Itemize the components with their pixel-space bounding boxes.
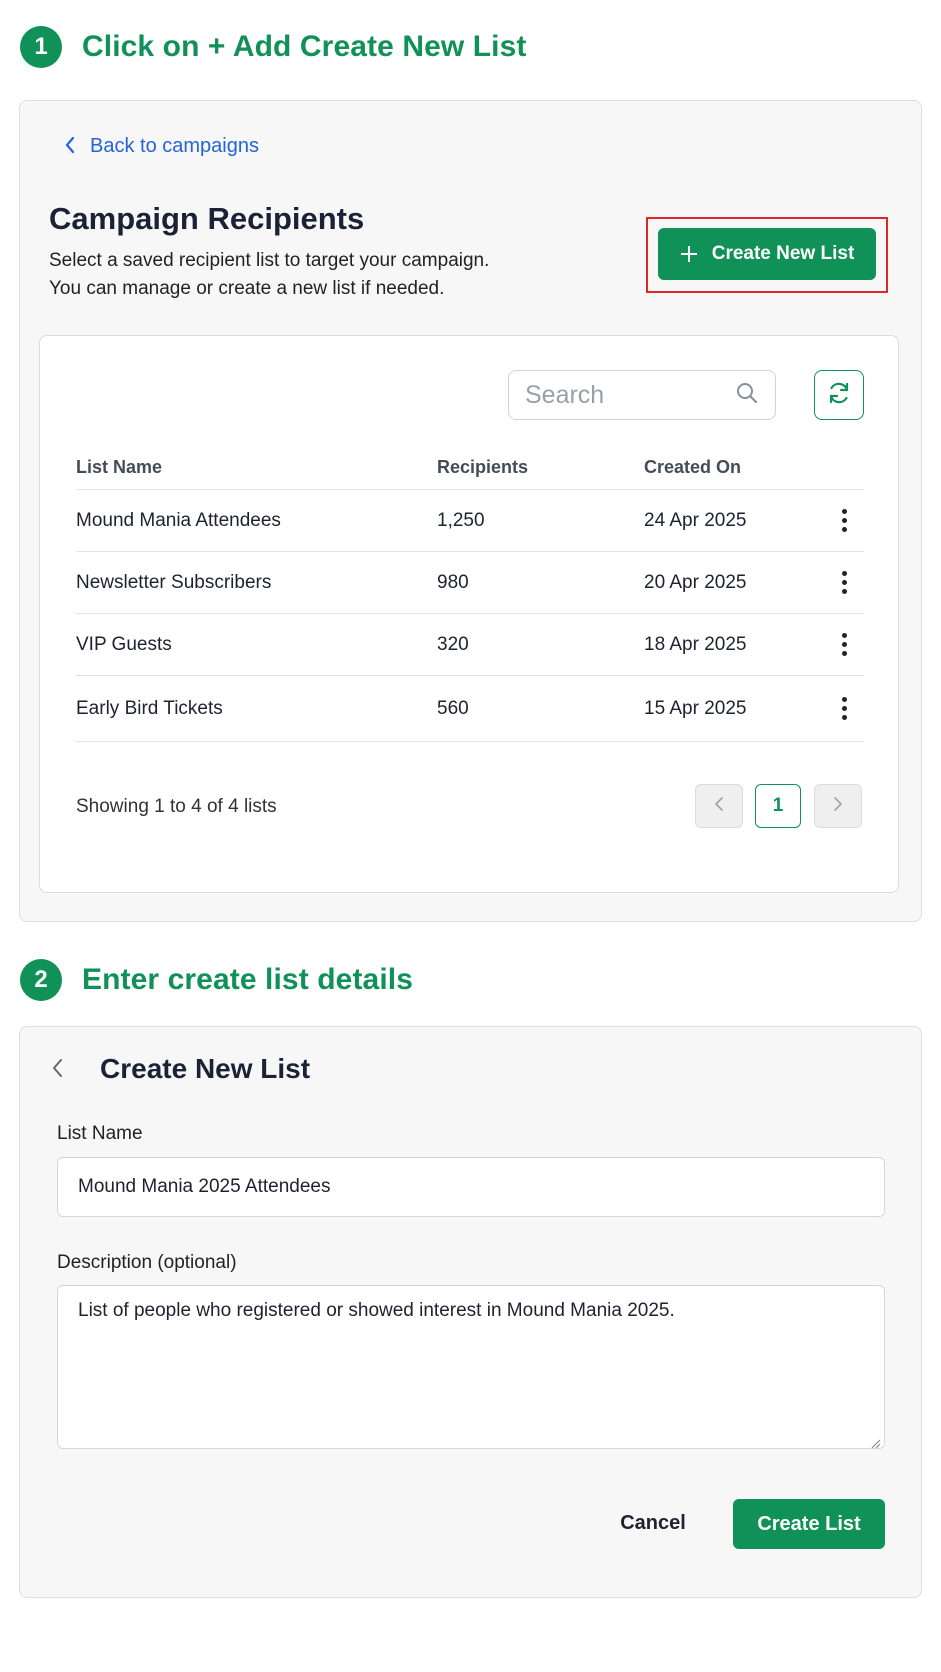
row-list-name: Mound Mania Attendees [76, 509, 281, 531]
step-2-badge: 2 [20, 959, 62, 1001]
kebab-menu-icon[interactable] [836, 631, 853, 658]
current-page-button[interactable]: 1 [755, 784, 801, 828]
subtitle-line-2: You can manage or create a new list if n… [49, 278, 445, 299]
row-list-name: Early Bird Tickets [76, 697, 223, 719]
row-recipients: 560 [437, 697, 469, 719]
column-header-list-name[interactable]: List Name [76, 457, 437, 478]
step-1-title: Click on + Add Create New List [82, 30, 527, 63]
page-title: Campaign Recipients [49, 201, 365, 236]
kebab-menu-icon[interactable] [836, 695, 853, 722]
back-link-label: Back to campaigns [90, 135, 259, 157]
subtitle-line-1: Select a saved recipient list to target … [49, 250, 490, 271]
resize-grip-icon[interactable] [869, 1433, 881, 1449]
table-header: List Name Recipients Created On [76, 446, 864, 490]
refresh-button[interactable] [814, 370, 864, 420]
step-1-badge: 1 [20, 26, 62, 68]
recipient-lists-table: List Name Recipients Created On Mound Ma… [76, 446, 864, 742]
cancel-button[interactable]: Cancel [608, 1499, 698, 1547]
plus-icon [680, 241, 698, 267]
row-created-on: 15 Apr 2025 [644, 697, 747, 719]
search-icon [735, 381, 759, 410]
row-recipients: 320 [437, 633, 469, 655]
chevron-left-icon [50, 1058, 64, 1085]
description-field[interactable]: List of people who registered or showed … [57, 1285, 885, 1449]
kebab-menu-icon[interactable] [836, 569, 853, 596]
table-row[interactable]: VIP Guests 320 18 Apr 2025 [76, 614, 864, 676]
description-text: List of people who registered or showed … [78, 1300, 675, 1321]
create-list-button[interactable]: Create List [733, 1499, 885, 1549]
column-header-created-on[interactable]: Created On [644, 457, 824, 478]
list-name-field[interactable]: Mound Mania 2025 Attendees [57, 1157, 885, 1217]
table-row[interactable]: Newsletter Subscribers 980 20 Apr 2025 [76, 552, 864, 614]
row-list-name: Newsletter Subscribers [76, 571, 272, 593]
search-placeholder: Search [525, 380, 605, 409]
step-1-header: 1 Click on + Add Create New List [20, 26, 527, 68]
recipient-lists-card: Search List Name Recipients Created On M… [39, 335, 899, 893]
search-input[interactable]: Search [508, 370, 776, 420]
row-created-on: 18 Apr 2025 [644, 633, 747, 655]
campaign-recipients-panel: Back to campaigns Campaign Recipients Se… [19, 100, 922, 922]
form-back-button[interactable] [50, 1057, 64, 1086]
back-to-campaigns-link[interactable]: Back to campaigns [64, 135, 259, 158]
page-subtitle: Select a saved recipient list to target … [49, 247, 569, 303]
create-new-list-button[interactable]: Create New List [658, 228, 876, 280]
kebab-menu-icon[interactable] [836, 507, 853, 534]
step-2-header: 2 Enter create list details [20, 959, 413, 1001]
row-created-on: 20 Apr 2025 [644, 571, 747, 593]
row-list-name: VIP Guests [76, 633, 172, 655]
next-page-button[interactable] [814, 784, 862, 828]
chevron-left-icon [714, 795, 724, 818]
chevron-right-icon [833, 795, 843, 818]
chevron-left-icon [64, 136, 76, 158]
create-new-list-label: Create New List [711, 243, 855, 264]
create-list-panel: Create New List List Name Mound Mania 20… [19, 1026, 922, 1598]
row-created-on: 24 Apr 2025 [644, 509, 747, 531]
description-label: Description (optional) [57, 1252, 237, 1273]
column-header-recipients[interactable]: Recipients [437, 457, 644, 478]
previous-page-button[interactable] [695, 784, 743, 828]
pagination-summary: Showing 1 to 4 of 4 lists [76, 796, 277, 817]
table-row[interactable]: Mound Mania Attendees 1,250 24 Apr 2025 [76, 490, 864, 552]
table-row[interactable]: Early Bird Tickets 560 15 Apr 2025 [76, 676, 864, 742]
row-recipients: 980 [437, 571, 469, 593]
refresh-icon [826, 380, 852, 411]
row-recipients: 1,250 [437, 509, 485, 531]
list-name-label: List Name [57, 1123, 143, 1144]
step-2-title: Enter create list details [82, 963, 413, 996]
form-title: Create New List [100, 1053, 311, 1084]
